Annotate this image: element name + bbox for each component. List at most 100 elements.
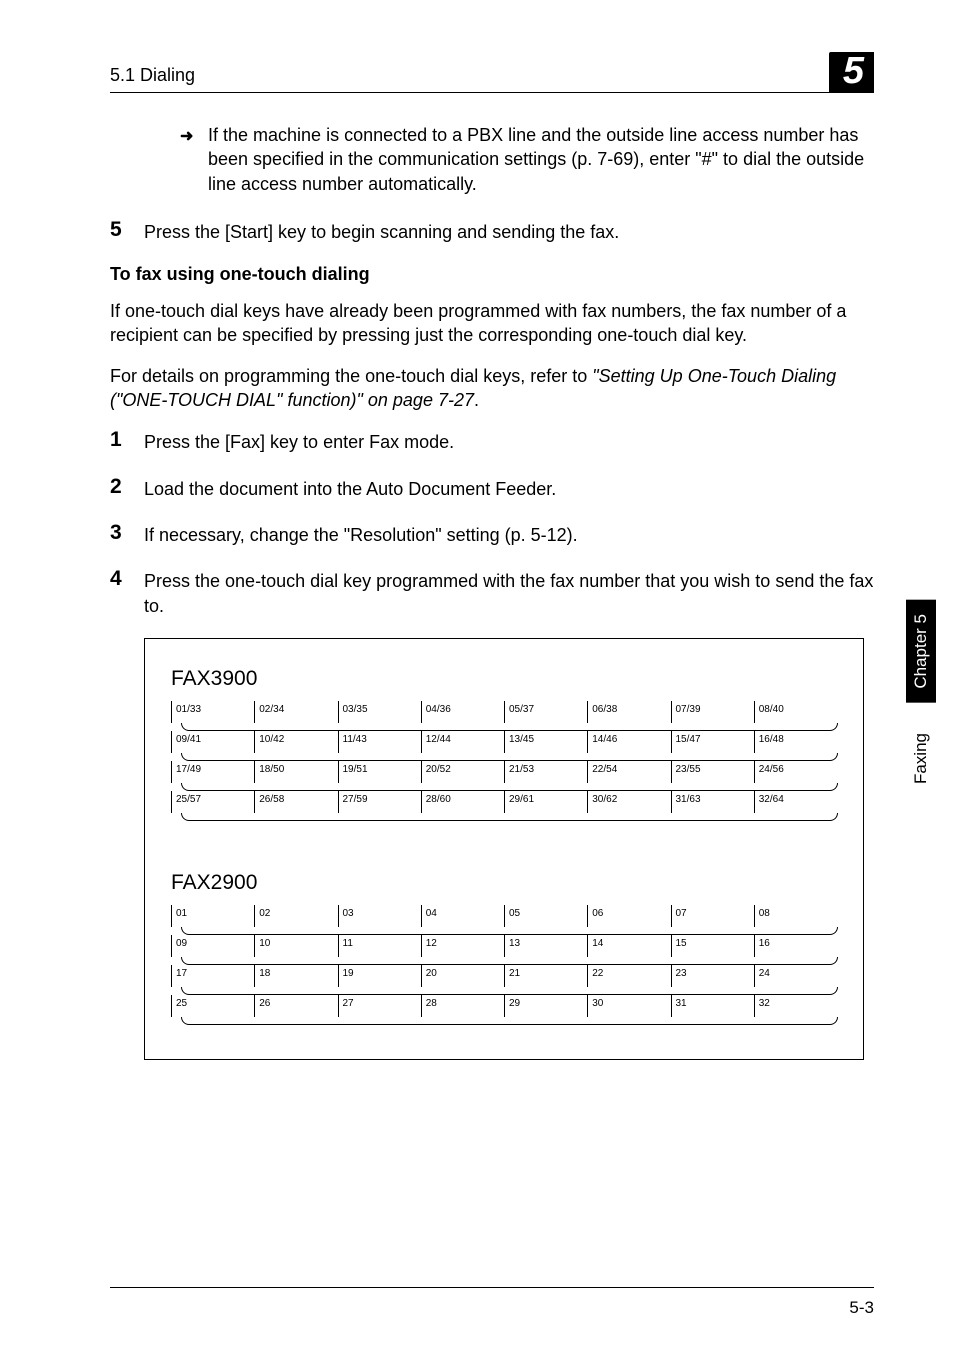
one-touch-key[interactable]: 05 (504, 905, 587, 927)
keypad-row: 25/5726/5827/5928/6029/6130/6231/6332/64 (171, 791, 837, 813)
chapter-badge: 5 (829, 52, 874, 92)
one-touch-key[interactable]: 04 (421, 905, 504, 927)
arrow-icon: ➜ (180, 126, 193, 148)
page-footer: 5-3 (110, 1287, 874, 1318)
one-touch-key[interactable]: 04/36 (421, 701, 504, 723)
step-number: 5 (110, 218, 144, 244)
one-touch-key[interactable]: 10/42 (254, 731, 337, 753)
one-touch-key[interactable]: 27/59 (338, 791, 421, 813)
one-touch-key[interactable]: 03 (338, 905, 421, 927)
step-text: Press the [Fax] key to enter Fax mode. (144, 428, 454, 454)
step-text: Press the [Start] key to begin scanning … (144, 218, 619, 244)
one-touch-key[interactable]: 10 (254, 935, 337, 957)
one-touch-key[interactable]: 12/44 (421, 731, 504, 753)
one-touch-key[interactable]: 06/38 (587, 701, 670, 723)
one-touch-key[interactable]: 06 (587, 905, 670, 927)
one-touch-key[interactable]: 03/35 (338, 701, 421, 723)
one-touch-key[interactable]: 24/56 (754, 761, 837, 783)
one-touch-key[interactable]: 19/51 (338, 761, 421, 783)
step: 3If necessary, change the "Resolution" s… (110, 521, 874, 547)
one-touch-key[interactable]: 30/62 (587, 791, 670, 813)
one-touch-key[interactable]: 32/64 (754, 791, 837, 813)
one-touch-key[interactable]: 32 (754, 995, 837, 1017)
one-touch-key[interactable]: 12 (421, 935, 504, 957)
step-5: 5 Press the [Start] key to begin scannin… (110, 218, 874, 244)
one-touch-key[interactable]: 14 (587, 935, 670, 957)
one-touch-key[interactable]: 19 (338, 965, 421, 987)
side-tab-chapter: Chapter 5 (906, 600, 936, 703)
keypad-row-base (181, 1017, 838, 1025)
one-touch-key[interactable]: 09 (172, 935, 254, 957)
pbx-note: ➜ If the machine is connected to a PBX l… (180, 123, 874, 196)
one-touch-key[interactable]: 27 (338, 995, 421, 1017)
one-touch-key[interactable]: 07/39 (671, 701, 754, 723)
one-touch-key[interactable]: 13 (504, 935, 587, 957)
one-touch-key[interactable]: 30 (587, 995, 670, 1017)
one-touch-key[interactable]: 25/57 (172, 791, 254, 813)
one-touch-key[interactable]: 21 (504, 965, 587, 987)
keypad-fax2900: FAX2900 0102030405060708 0910111213141516 1… (171, 871, 837, 1025)
one-touch-key[interactable]: 23 (671, 965, 754, 987)
step-number: 4 (110, 567, 144, 618)
one-touch-key[interactable]: 18/50 (254, 761, 337, 783)
side-tabs: Chapter 5 Faxing (906, 600, 936, 784)
keypad-row-base (181, 783, 838, 791)
one-touch-key[interactable]: 28/60 (421, 791, 504, 813)
one-touch-key[interactable]: 01/33 (172, 701, 254, 723)
one-touch-key[interactable]: 20/52 (421, 761, 504, 783)
one-touch-key[interactable]: 02/34 (254, 701, 337, 723)
subheading: To fax using one-touch dialing (110, 264, 874, 285)
paragraph-2: For details on programming the one-touch… (110, 364, 874, 413)
one-touch-key[interactable]: 26/58 (254, 791, 337, 813)
one-touch-key[interactable]: 22 (587, 965, 670, 987)
one-touch-key[interactable]: 16 (754, 935, 837, 957)
keypad-title: FAX2900 (171, 871, 837, 895)
one-touch-key[interactable]: 02 (254, 905, 337, 927)
keypad-row-base (181, 927, 838, 935)
one-touch-key[interactable]: 31/63 (671, 791, 754, 813)
one-touch-key[interactable]: 16/48 (754, 731, 837, 753)
one-touch-key[interactable]: 26 (254, 995, 337, 1017)
one-touch-key[interactable]: 08/40 (754, 701, 837, 723)
one-touch-key[interactable]: 28 (421, 995, 504, 1017)
keypad-title: FAX3900 (171, 667, 837, 691)
one-touch-key[interactable]: 17/49 (172, 761, 254, 783)
one-touch-key[interactable]: 25 (172, 995, 254, 1017)
one-touch-key[interactable]: 13/45 (504, 731, 587, 753)
one-touch-key[interactable]: 20 (421, 965, 504, 987)
side-tab-label: Faxing (911, 733, 931, 784)
one-touch-key[interactable]: 11/43 (338, 731, 421, 753)
keypad-fax3900: FAX3900 01/3302/3403/3504/3605/3706/3807/… (171, 667, 837, 821)
one-touch-key[interactable]: 31 (671, 995, 754, 1017)
one-touch-key[interactable]: 29 (504, 995, 587, 1017)
keypad-row-base (181, 813, 838, 821)
one-touch-key[interactable]: 14/46 (587, 731, 670, 753)
paragraph-1: If one-touch dial keys have already been… (110, 299, 874, 348)
one-touch-key[interactable]: 29/61 (504, 791, 587, 813)
one-touch-key[interactable]: 08 (754, 905, 837, 927)
keypad-row: 01/3302/3403/3504/3605/3706/3807/3908/40 (171, 701, 837, 723)
one-touch-key[interactable]: 07 (671, 905, 754, 927)
step-number: 3 (110, 521, 144, 547)
keypad-row-base (181, 753, 838, 761)
step-number: 2 (110, 475, 144, 501)
one-touch-key[interactable]: 21/53 (504, 761, 587, 783)
para2-c: . (474, 390, 479, 410)
one-touch-key[interactable]: 18 (254, 965, 337, 987)
pbx-note-text: If the machine is connected to a PBX lin… (208, 125, 864, 194)
one-touch-key[interactable]: 15/47 (671, 731, 754, 753)
one-touch-key[interactable]: 01 (172, 905, 254, 927)
keypad-row-base (181, 957, 838, 965)
one-touch-key[interactable]: 09/41 (172, 731, 254, 753)
step-text: If necessary, change the "Resolution" se… (144, 521, 578, 547)
page-number: 5-3 (849, 1298, 874, 1317)
one-touch-key[interactable]: 22/54 (587, 761, 670, 783)
one-touch-key[interactable]: 05/37 (504, 701, 587, 723)
one-touch-key[interactable]: 24 (754, 965, 837, 987)
step: 4Press the one-touch dial key programmed… (110, 567, 874, 618)
one-touch-key[interactable]: 15 (671, 935, 754, 957)
step-text: Press the one-touch dial key programmed … (144, 567, 874, 618)
one-touch-key[interactable]: 11 (338, 935, 421, 957)
one-touch-key[interactable]: 23/55 (671, 761, 754, 783)
one-touch-key[interactable]: 17 (172, 965, 254, 987)
